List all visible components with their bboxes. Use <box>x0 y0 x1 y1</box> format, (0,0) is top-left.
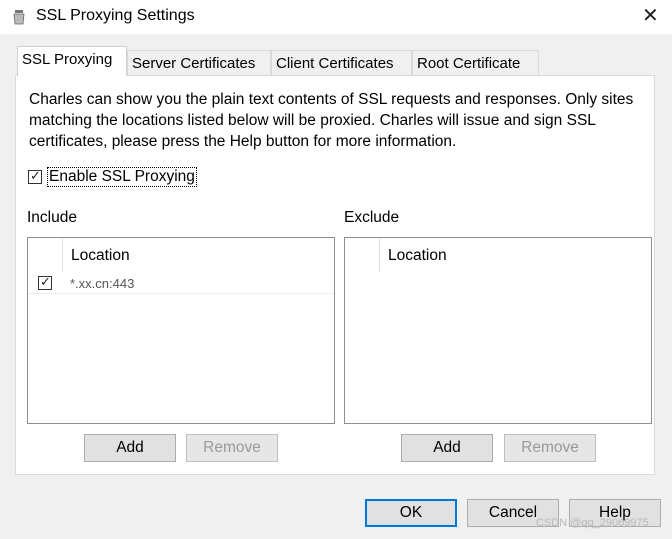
exclude-remove-button[interactable]: Remove <box>504 434 596 462</box>
check-icon: ✓ <box>30 168 41 183</box>
row-location: *.xx.cn:443 <box>70 276 135 291</box>
include-label: Include <box>27 209 77 226</box>
window-title: SSL Proxying Settings <box>36 7 195 24</box>
close-icon[interactable]: ✕ <box>642 3 659 28</box>
include-remove-button[interactable]: Remove <box>186 434 278 462</box>
tab-client-certificates[interactable]: Client Certificates <box>271 50 412 77</box>
tab-root-certificate[interactable]: Root Certificate <box>412 50 539 77</box>
exclude-location-header[interactable]: Location <box>380 238 651 272</box>
title-bar: SSL Proxying Settings ✕ <box>0 0 672 34</box>
row-enabled-checkbox[interactable]: ✓ <box>38 274 52 290</box>
watermark: CSDN @qq_29069975 <box>536 517 649 529</box>
table-row[interactable]: ✓ *.xx.cn:443 <box>28 273 334 294</box>
tab-server-certificates[interactable]: Server Certificates <box>127 50 271 77</box>
enable-ssl-label[interactable]: Enable SSL Proxying <box>47 167 197 187</box>
tab-ssl-proxying[interactable]: SSL Proxying <box>17 46 127 76</box>
ok-button[interactable]: OK <box>365 499 457 527</box>
exclude-add-button[interactable]: Add <box>401 434 493 462</box>
exclude-list[interactable]: Location <box>344 237 652 424</box>
include-location-header[interactable]: Location <box>63 238 334 272</box>
include-list[interactable]: Location ✓ *.xx.cn:443 <box>27 237 335 424</box>
charles-jar-icon <box>13 10 25 25</box>
enable-ssl-checkbox[interactable]: ✓ <box>28 168 42 184</box>
check-icon: ✓ <box>40 274 51 289</box>
include-enabled-column <box>28 238 63 272</box>
description-text: Charles can show you the plain text cont… <box>29 91 634 150</box>
include-add-button[interactable]: Add <box>84 434 176 462</box>
exclude-label: Exclude <box>344 209 400 226</box>
exclude-enabled-column <box>345 238 380 272</box>
